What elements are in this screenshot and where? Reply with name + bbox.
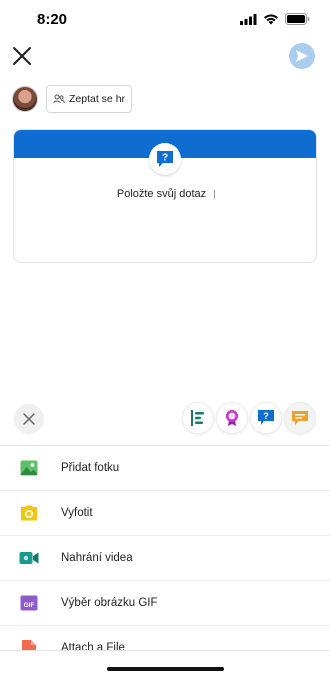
menu-item-attach-file[interactable]: Attach a File — [0, 626, 330, 650]
close-icon — [13, 47, 31, 65]
menu-item-label: Vyfotit — [61, 507, 93, 519]
poll-icon — [191, 410, 204, 426]
question-button[interactable]: ? — [250, 402, 282, 434]
close-button[interactable] — [10, 44, 34, 68]
card-question-icon: ? — [149, 143, 181, 175]
question-placeholder: Položte svůj dotaz — [116, 188, 207, 200]
battery-icon — [285, 13, 310, 25]
chat-icon — [292, 411, 308, 425]
send-icon — [296, 50, 308, 62]
menu-item-gif[interactable]: GIF Výběr obrázku GIF — [0, 581, 330, 626]
menu-item-label: Přidat fotku — [61, 462, 120, 474]
attachment-menu: Přidat fotku Vyfotit Nahrání videa GIF V… — [0, 446, 330, 650]
dismiss-button[interactable] — [14, 404, 44, 434]
menu-item-take-photo[interactable]: Vyfotit — [0, 491, 330, 536]
camera-icon — [19, 503, 39, 523]
audience-row: Zeptat se hr — [12, 84, 133, 114]
question-card: ? Položte svůj dotaz — [13, 129, 317, 263]
signal-icon — [240, 13, 257, 25]
discussion-button[interactable] — [284, 402, 316, 434]
compose-header — [0, 40, 330, 74]
bottom-bar — [0, 650, 330, 677]
question-bubble-icon: ? — [258, 410, 274, 425]
award-icon — [226, 410, 238, 426]
question-input[interactable]: Položte svůj dotaz — [14, 188, 316, 200]
svg-text:?: ? — [263, 411, 269, 421]
send-button[interactable] — [289, 43, 315, 69]
text-caret — [214, 189, 216, 199]
people-icon — [53, 94, 65, 104]
status-bar: 8:20 — [0, 0, 330, 40]
audience-label: Zeptat se hr — [69, 93, 126, 105]
menu-item-label: Výběr obrázku GIF — [61, 597, 158, 609]
post-type-row: ? — [0, 402, 330, 438]
menu-item-upload-video[interactable]: Nahrání videa — [0, 536, 330, 581]
menu-item-label: Attach a File — [61, 642, 125, 650]
video-icon — [19, 548, 39, 568]
wifi-icon — [264, 14, 278, 24]
praise-button[interactable] — [216, 402, 248, 434]
post-type-picker: ? — [182, 402, 316, 434]
svg-text:GIF: GIF — [24, 602, 35, 609]
svg-text:?: ? — [162, 153, 168, 164]
menu-item-label: Nahrání videa — [61, 552, 133, 564]
close-icon — [23, 413, 35, 425]
file-icon — [19, 638, 39, 650]
audience-picker[interactable]: Zeptat se hr — [46, 85, 133, 113]
status-icons — [240, 13, 310, 25]
image-icon — [19, 458, 39, 478]
menu-item-add-photo[interactable]: Přidat fotku — [0, 446, 330, 491]
question-bubble-icon: ? — [157, 151, 173, 167]
home-indicator[interactable] — [107, 667, 224, 671]
poll-button[interactable] — [182, 402, 214, 434]
status-time: 8:20 — [37, 11, 68, 28]
avatar[interactable] — [12, 86, 38, 112]
gif-icon: GIF — [19, 593, 39, 613]
